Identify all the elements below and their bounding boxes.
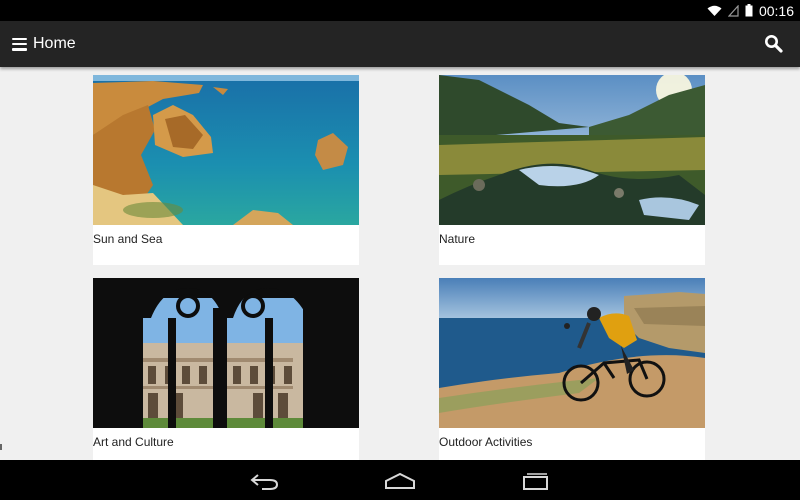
category-card-art-and-culture[interactable]: Art and Culture [93, 278, 359, 460]
art-and-culture-image [93, 278, 359, 428]
category-card-sun-and-sea[interactable]: Sun and Sea [93, 75, 359, 265]
nature-image [439, 75, 705, 225]
status-bar: 00:16 [0, 0, 800, 21]
recent-apps-button[interactable] [519, 470, 551, 492]
recent-apps-icon [523, 473, 548, 490]
page-title: Home [33, 35, 76, 52]
sun-and-sea-image [93, 75, 359, 225]
back-button[interactable] [249, 470, 281, 492]
category-label: Outdoor Activities [439, 435, 533, 449]
menu-button[interactable]: Home [0, 21, 84, 67]
edge-indicator [0, 444, 2, 450]
status-time: 00:16 [758, 2, 794, 19]
signal-icon [727, 4, 739, 17]
back-icon [250, 474, 279, 490]
home-button[interactable] [384, 470, 416, 492]
category-label: Nature [439, 232, 476, 246]
category-grid: Sun and Sea Nature Art and Culture Outdo… [0, 67, 800, 460]
category-card-nature[interactable]: Nature [439, 75, 705, 265]
action-bar: Home [0, 21, 800, 67]
outdoor-activities-image [439, 278, 705, 428]
home-icon [385, 472, 415, 489]
category-card-outdoor-activities[interactable]: Outdoor Activities [439, 278, 705, 460]
search-button[interactable] [764, 34, 784, 54]
wifi-icon [707, 5, 722, 17]
battery-icon [745, 4, 753, 17]
search-icon [765, 35, 783, 53]
category-label: Sun and Sea [93, 232, 163, 246]
navigation-bar [0, 460, 800, 500]
category-label: Art and Culture [93, 435, 174, 449]
hamburger-menu-icon [12, 37, 27, 51]
